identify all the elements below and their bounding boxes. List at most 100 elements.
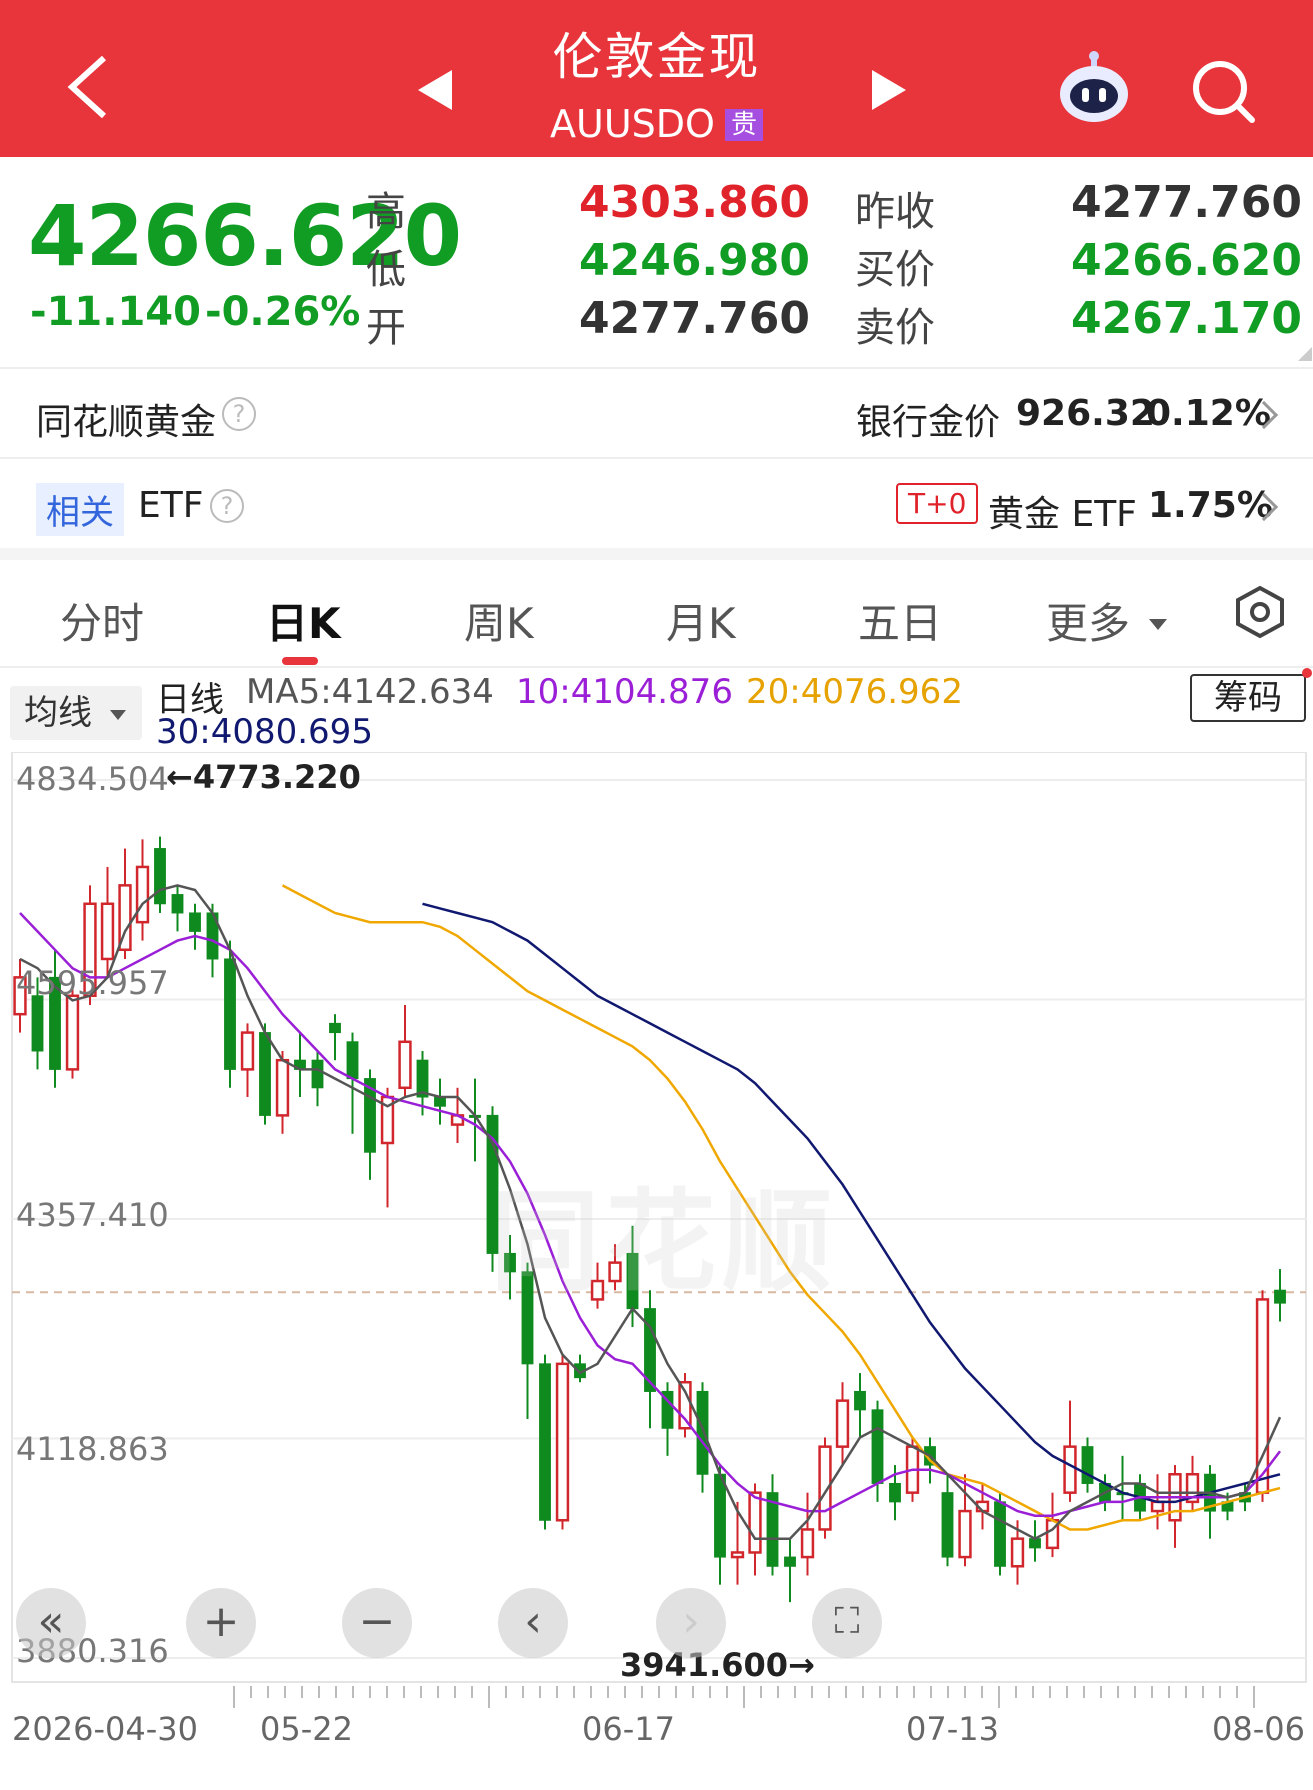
candle-body-down bbox=[714, 1473, 726, 1558]
prev-close-value: 4277.760 bbox=[1070, 177, 1302, 228]
gold-etf-label: 黄金 ETF bbox=[988, 494, 1137, 535]
candle-body-up bbox=[748, 1491, 762, 1554]
price-change-percent: -0.26% bbox=[205, 289, 361, 335]
x-tick-2: 05-22 bbox=[260, 1710, 353, 1748]
candle-body-up bbox=[135, 865, 150, 924]
candle-body-down bbox=[889, 1482, 901, 1503]
candle-body-up bbox=[555, 1362, 570, 1522]
ma-selector-button[interactable]: 均线 bbox=[10, 686, 142, 740]
x-tick-5: 08-06 bbox=[1212, 1710, 1305, 1748]
low-label: 低 bbox=[366, 247, 406, 293]
tab-daily-k[interactable]: 日K bbox=[266, 590, 341, 651]
y-tick-4: 4118.863 bbox=[16, 1430, 169, 1468]
instrument-code: AUUSDO 贵 bbox=[500, 100, 813, 148]
y-tick-3: 4357.410 bbox=[16, 1196, 169, 1234]
candle-body-down bbox=[1274, 1289, 1286, 1304]
zoom-in-icon[interactable]: + bbox=[186, 1588, 256, 1658]
candle-body-down bbox=[696, 1390, 709, 1475]
x-tick-1: 2026-04-30 bbox=[12, 1710, 198, 1748]
active-tab-indicator bbox=[282, 657, 318, 665]
ths-gold-label: 同花顺黄金 bbox=[36, 402, 217, 443]
top-bar: 伦敦金现 AUUSDO 贵 bbox=[0, 0, 1313, 157]
tab-weekly-k[interactable]: 周K bbox=[464, 590, 534, 651]
candle-body-up bbox=[100, 902, 115, 961]
x-tick-4: 07-13 bbox=[906, 1710, 999, 1748]
candle-body-up bbox=[65, 994, 80, 1071]
candle-body-down bbox=[189, 912, 201, 932]
prev-close-label: 昨收 bbox=[855, 189, 935, 235]
section-divider bbox=[0, 548, 1313, 560]
ask-label: 卖价 bbox=[855, 305, 935, 351]
candle-body-down bbox=[31, 995, 44, 1052]
high-value: 4303.860 bbox=[578, 177, 810, 228]
help-icon[interactable]: ? bbox=[210, 489, 244, 523]
candle-body-down bbox=[434, 1096, 446, 1107]
etf-label: ETF bbox=[138, 485, 204, 526]
zoom-out-icon[interactable]: − bbox=[342, 1588, 412, 1658]
max-price-annotation: ←4773.220 bbox=[166, 758, 361, 796]
help-icon[interactable]: ? bbox=[222, 397, 256, 431]
back-arrow-icon[interactable] bbox=[60, 52, 120, 122]
candle-body-up bbox=[958, 1509, 972, 1559]
prev-triangle-icon[interactable] bbox=[418, 70, 452, 110]
candle-body-up bbox=[275, 1058, 290, 1117]
precious-metal-badge: 贵 bbox=[724, 109, 763, 141]
expand-corner-icon[interactable] bbox=[1298, 347, 1312, 361]
tab-five-day[interactable]: 五日 bbox=[858, 590, 942, 651]
ask-value: 4267.170 bbox=[1070, 293, 1302, 344]
candle-body-up bbox=[398, 1040, 412, 1090]
candle-body-down bbox=[154, 848, 166, 905]
bid-label: 买价 bbox=[855, 247, 935, 293]
candle-body-down bbox=[871, 1409, 884, 1484]
candle-body-down bbox=[259, 1032, 271, 1116]
candle-body-down bbox=[784, 1556, 796, 1567]
ths-gold-row[interactable]: 同花顺黄金 ? 银行金价 926.32 0.12% bbox=[0, 367, 1313, 457]
next-triangle-icon[interactable] bbox=[872, 70, 906, 110]
scroll-left-icon[interactable]: ‹ bbox=[498, 1588, 568, 1658]
period-tabs: 分时 日K 周K 月K 五日 更多 bbox=[0, 560, 1313, 668]
ma-legend: 均线 日线 MA5:4142.634 10:4104.876 20:4076.9… bbox=[0, 668, 1313, 752]
rewind-icon[interactable]: « bbox=[16, 1588, 86, 1658]
bank-gold-label: 银行金价 bbox=[856, 402, 1001, 443]
settings-hexagon-icon[interactable] bbox=[1232, 584, 1288, 640]
candle-body-up bbox=[730, 1551, 745, 1559]
caret-down-icon bbox=[110, 710, 126, 720]
quote-panel: 4266.620 -11.140 -0.26% 高 低 开 4303.860 4… bbox=[0, 157, 1313, 367]
tab-monthly-k[interactable]: 月K bbox=[666, 590, 736, 651]
ma20-value: 20:4076.962 bbox=[746, 672, 963, 712]
candle-body-up bbox=[1063, 1445, 1077, 1494]
ma10-value: 10:4104.876 bbox=[516, 672, 733, 712]
chip-distribution-button[interactable]: 筹码 bbox=[1190, 674, 1306, 722]
ma5-value: MA5:4142.634 bbox=[246, 672, 494, 712]
candlestick-chart[interactable]: 同花顺 4834.504 4595.957 4357.410 4118.863 … bbox=[0, 752, 1313, 1752]
min-price-annotation: 3941.600→ bbox=[620, 1646, 815, 1684]
notification-dot bbox=[1302, 668, 1312, 678]
page-title: 伦敦金现 bbox=[552, 28, 761, 86]
bid-value: 4266.620 bbox=[1070, 235, 1302, 286]
candle-body-down bbox=[346, 1041, 359, 1080]
tab-intraday[interactable]: 分时 bbox=[60, 590, 144, 651]
high-label: 高 bbox=[366, 189, 406, 235]
tab-more[interactable]: 更多 bbox=[1046, 590, 1168, 651]
price-change: -11.140 bbox=[30, 289, 201, 335]
t0-badge: T+0 bbox=[896, 483, 979, 524]
candle-body-down bbox=[854, 1390, 866, 1411]
candle-body-down bbox=[329, 1022, 341, 1034]
search-icon[interactable] bbox=[1190, 58, 1256, 124]
fullscreen-icon[interactable]: ⛶ bbox=[812, 1588, 882, 1658]
y-tick-2: 4595.957 bbox=[16, 964, 169, 1002]
ma30-value: 30:4080.695 bbox=[156, 712, 373, 752]
candle-body-up bbox=[800, 1528, 815, 1559]
open-label: 开 bbox=[366, 305, 406, 351]
robot-assistant-icon[interactable] bbox=[1055, 48, 1133, 126]
ma-selector-label: 均线 bbox=[24, 693, 92, 733]
candle-body-down bbox=[539, 1363, 551, 1521]
watermark: 同花顺 bbox=[490, 1178, 838, 1306]
scroll-right-icon[interactable]: › bbox=[656, 1588, 726, 1658]
low-value: 4246.980 bbox=[578, 235, 810, 286]
related-etf-row[interactable]: 相关 ETF ? T+0 黄金 ETF 1.75% bbox=[0, 457, 1313, 548]
caret-down-icon bbox=[1149, 619, 1168, 630]
candle-body-down bbox=[994, 1501, 1006, 1567]
candle-body-up bbox=[1150, 1500, 1165, 1513]
candle-body-down bbox=[311, 1059, 324, 1089]
